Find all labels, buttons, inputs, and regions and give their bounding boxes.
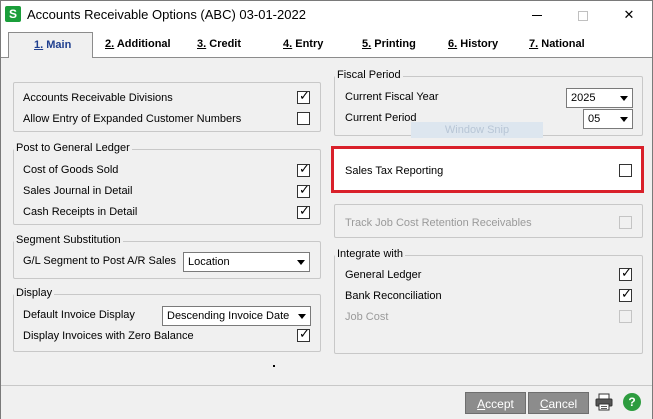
window-snip-overlay: Window Snip: [411, 122, 543, 138]
display-group: Display Default Invoice Display Descendi…: [13, 287, 321, 352]
default-invoice-select[interactable]: Descending Invoice Date: [162, 306, 311, 326]
job-cost-retention-label: Track Job Cost Retention Receivables: [345, 217, 532, 229]
cancel-button[interactable]: Cancel: [528, 392, 589, 414]
maximize-button[interactable]: [560, 1, 606, 29]
integrate-title: Integrate with: [335, 248, 406, 260]
fiscal-year-value: 2025: [571, 92, 596, 104]
cash-receipts-label: Cash Receipts in Detail: [23, 206, 138, 218]
fiscal-period-title: Fiscal Period: [335, 69, 403, 81]
current-period-label: Current Period: [345, 112, 417, 124]
tab-separator: [1, 57, 652, 58]
fiscal-year-select[interactable]: 2025: [566, 88, 633, 108]
tab-national[interactable]: 7. National: [529, 38, 585, 50]
cash-receipts-checkbox[interactable]: [297, 204, 311, 220]
cogs-checkbox[interactable]: [297, 162, 311, 178]
printer-icon[interactable]: [595, 393, 613, 411]
segment-select[interactable]: Location: [183, 252, 310, 272]
fiscal-year-label: Current Fiscal Year: [345, 91, 439, 103]
segment-label: G/L Segment to Post A/R Sales: [23, 255, 177, 267]
tab-main[interactable]: 1. Main: [8, 32, 93, 58]
segment-group: Segment Substitution G/L Segment to Post…: [13, 234, 321, 279]
chevron-down-icon: [620, 117, 628, 122]
stray-dot: [273, 365, 275, 367]
gl-label: General Ledger: [345, 269, 422, 281]
expanded-customer-checkbox[interactable]: [297, 112, 310, 125]
zero-balance-checkbox[interactable]: [297, 327, 311, 343]
close-button[interactable]: ✕: [606, 1, 652, 29]
title-bar: S Accounts Receivable Options (ABC) 03-0…: [1, 1, 652, 29]
job-cost-retention-group: Track Job Cost Retention Receivables: [334, 204, 643, 238]
close-icon: ✕: [623, 7, 635, 22]
post-gl-group: Post to General Ledger Cost of Goods Sol…: [13, 142, 321, 225]
job-cost-label: Job Cost: [345, 311, 389, 323]
job-cost-checkbox: [619, 310, 632, 323]
tab-credit[interactable]: 3. Credit: [197, 38, 241, 50]
help-icon[interactable]: ?: [623, 393, 641, 411]
app-logo-icon: S: [5, 6, 21, 22]
default-invoice-value: Descending Invoice Date: [167, 310, 290, 322]
cogs-label: Cost of Goods Sold: [23, 164, 119, 176]
minimize-icon: [532, 15, 542, 17]
segment-title: Segment Substitution: [14, 234, 123, 246]
sales-journal-checkbox[interactable]: [297, 183, 311, 199]
tab-bar: 2. Additional 3. Credit 4. Entry 5. Prin…: [1, 29, 652, 57]
gl-checkbox[interactable]: [619, 266, 633, 282]
tab-history[interactable]: 6. History: [448, 38, 498, 50]
ar-divisions-label: Accounts Receivable Divisions: [23, 92, 173, 104]
general-options-group: Accounts Receivable Divisions Allow Entr…: [13, 82, 321, 132]
tab-additional[interactable]: 2. Additional: [105, 38, 171, 50]
maximize-icon: [578, 10, 588, 21]
sales-tax-checkbox[interactable]: [619, 164, 632, 177]
bank-rec-label: Bank Reconciliation: [345, 290, 442, 302]
bank-rec-checkbox[interactable]: [619, 287, 633, 303]
tab-entry[interactable]: 4. Entry: [283, 38, 323, 50]
ar-divisions-checkbox[interactable]: [297, 89, 311, 105]
display-title: Display: [14, 287, 55, 299]
chevron-down-icon: [298, 314, 306, 319]
zero-balance-label: Display Invoices with Zero Balance: [23, 330, 194, 342]
integrate-group: Integrate with General Ledger Bank Recon…: [334, 248, 643, 354]
job-cost-retention-checkbox: [619, 216, 632, 229]
sales-tax-highlight: Sales Tax Reporting: [331, 146, 644, 193]
minimize-button[interactable]: [514, 1, 560, 29]
tab-printing[interactable]: 5. Printing: [362, 38, 416, 50]
options-window: S Accounts Receivable Options (ABC) 03-0…: [0, 0, 653, 419]
expanded-customer-label: Allow Entry of Expanded Customer Numbers: [23, 113, 242, 125]
current-period-value: 05: [588, 113, 601, 125]
chevron-down-icon: [620, 96, 628, 101]
segment-value: Location: [188, 256, 230, 268]
accept-button[interactable]: Accept: [465, 392, 526, 414]
current-period-select[interactable]: 05: [583, 109, 633, 129]
window-title: Accounts Receivable Options (ABC) 03-01-…: [27, 7, 306, 22]
sales-journal-label: Sales Journal in Detail: [23, 185, 133, 197]
chevron-down-icon: [297, 260, 305, 265]
sales-tax-label: Sales Tax Reporting: [345, 165, 444, 177]
default-invoice-label: Default Invoice Display: [23, 309, 135, 321]
post-gl-title: Post to General Ledger: [14, 142, 132, 154]
